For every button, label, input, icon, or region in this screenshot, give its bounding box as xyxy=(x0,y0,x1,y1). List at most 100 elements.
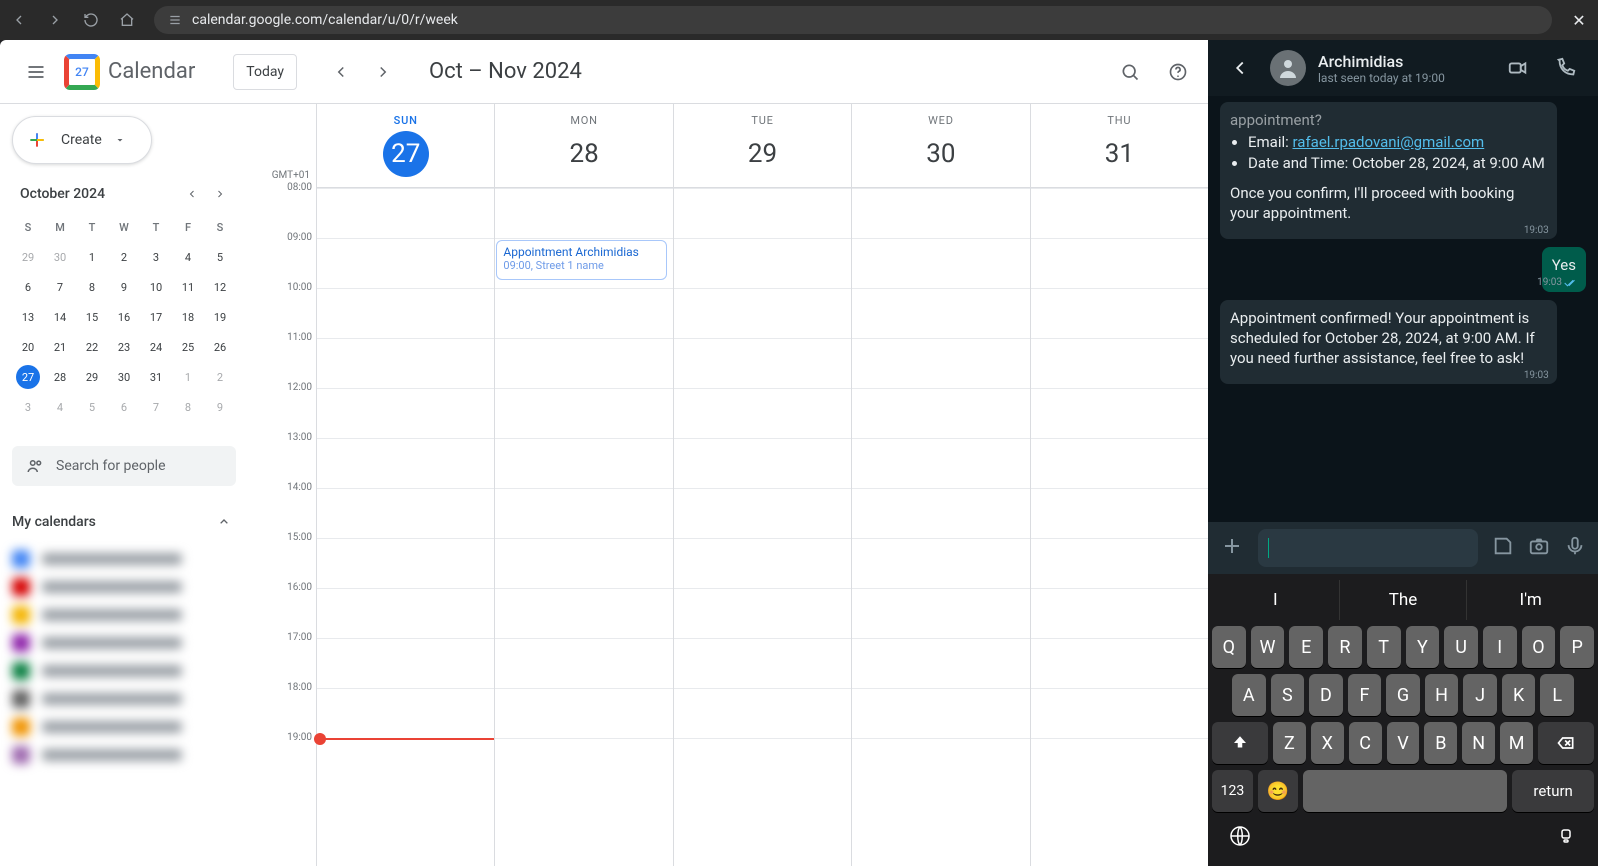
mini-day[interactable]: 9 xyxy=(208,395,232,419)
key-j[interactable]: J xyxy=(1463,674,1497,716)
key-a[interactable]: A xyxy=(1232,674,1266,716)
mini-day[interactable]: 5 xyxy=(80,395,104,419)
main-menu-button[interactable] xyxy=(16,52,56,92)
mini-day[interactable]: 15 xyxy=(80,305,104,329)
mini-day[interactable]: 10 xyxy=(144,275,168,299)
mini-day[interactable]: 19 xyxy=(208,305,232,329)
mini-day[interactable]: 3 xyxy=(144,245,168,269)
key-q[interactable]: Q xyxy=(1212,626,1246,668)
keyboard-suggestion[interactable]: I'm xyxy=(1467,580,1594,620)
numeric-key[interactable]: 123 xyxy=(1212,770,1253,812)
hour-row[interactable] xyxy=(316,588,1208,638)
mini-day[interactable]: 30 xyxy=(112,365,136,389)
today-button[interactable]: Today xyxy=(233,54,297,90)
prev-period-button[interactable] xyxy=(321,52,361,92)
calendar-logo[interactable]: 27 Calendar xyxy=(64,54,195,90)
mini-day[interactable]: 22 xyxy=(80,335,104,359)
space-key[interactable] xyxy=(1303,770,1507,812)
hour-row[interactable] xyxy=(316,688,1208,738)
contact-avatar[interactable] xyxy=(1270,50,1306,86)
key-l[interactable]: L xyxy=(1540,674,1574,716)
mini-day[interactable]: 9 xyxy=(112,275,136,299)
hour-row[interactable] xyxy=(316,238,1208,288)
key-o[interactable]: O xyxy=(1522,626,1556,668)
mini-day[interactable]: 11 xyxy=(176,275,200,299)
home-button[interactable] xyxy=(118,11,136,29)
hour-row[interactable] xyxy=(316,438,1208,488)
calendar-list-item[interactable] xyxy=(12,606,236,624)
chat-messages[interactable]: appointment?Email: rafael.rpadovani@gmai… xyxy=(1208,96,1598,522)
mini-day[interactable]: 6 xyxy=(16,275,40,299)
key-i[interactable]: I xyxy=(1483,626,1517,668)
address-bar[interactable]: calendar.google.com/calendar/u/0/r/week xyxy=(154,6,1552,34)
key-w[interactable]: W xyxy=(1251,626,1285,668)
mini-day[interactable]: 4 xyxy=(176,245,200,269)
mini-day[interactable]: 16 xyxy=(112,305,136,329)
mini-day[interactable]: 23 xyxy=(112,335,136,359)
hour-row[interactable] xyxy=(316,538,1208,588)
next-period-button[interactable] xyxy=(363,52,403,92)
globe-key[interactable] xyxy=(1228,824,1252,852)
key-y[interactable]: Y xyxy=(1406,626,1440,668)
key-u[interactable]: U xyxy=(1444,626,1478,668)
key-r[interactable]: R xyxy=(1328,626,1362,668)
mini-day[interactable]: 1 xyxy=(176,365,200,389)
hour-row[interactable] xyxy=(316,638,1208,688)
search-button[interactable] xyxy=(1110,52,1150,92)
nav-back-button[interactable] xyxy=(10,11,28,29)
mini-day[interactable]: 1 xyxy=(80,245,104,269)
help-button[interactable] xyxy=(1158,52,1198,92)
hour-row[interactable] xyxy=(316,488,1208,538)
mini-day[interactable]: 12 xyxy=(208,275,232,299)
backspace-key[interactable] xyxy=(1538,722,1594,764)
nav-forward-button[interactable] xyxy=(46,11,64,29)
mini-day[interactable]: 14 xyxy=(48,305,72,329)
return-key[interactable]: return xyxy=(1512,770,1594,812)
mini-day[interactable]: 30 xyxy=(48,245,72,269)
key-c[interactable]: C xyxy=(1349,722,1382,764)
mini-day[interactable]: 27 xyxy=(16,365,40,389)
mini-day[interactable]: 7 xyxy=(48,275,72,299)
chat-message-in[interactable]: Appointment confirmed! Your appointment … xyxy=(1220,300,1557,385)
key-t[interactable]: T xyxy=(1367,626,1401,668)
key-h[interactable]: H xyxy=(1425,674,1459,716)
message-input[interactable] xyxy=(1258,529,1478,567)
emoji-key[interactable]: 😊 xyxy=(1258,770,1298,812)
key-v[interactable]: V xyxy=(1387,722,1420,764)
camera-button[interactable] xyxy=(1528,535,1550,561)
mini-day[interactable]: 24 xyxy=(144,335,168,359)
keyboard-suggestion[interactable]: The xyxy=(1340,580,1468,620)
mini-prev-button[interactable] xyxy=(180,182,204,206)
attach-button[interactable] xyxy=(1220,534,1244,562)
day-column-header[interactable]: MON28 xyxy=(494,104,672,187)
calendar-list-item[interactable] xyxy=(12,550,236,568)
calendar-list-item[interactable] xyxy=(12,578,236,596)
calendar-list-item[interactable] xyxy=(12,634,236,652)
mini-day[interactable]: 28 xyxy=(48,365,72,389)
calendar-event[interactable]: Appointment Archimidias09:00, Street 1 n… xyxy=(496,240,666,280)
hour-row[interactable] xyxy=(316,338,1208,388)
key-m[interactable]: M xyxy=(1500,722,1533,764)
voice-call-button[interactable] xyxy=(1548,50,1584,86)
dictation-key[interactable] xyxy=(1554,824,1578,852)
mini-day[interactable]: 6 xyxy=(112,395,136,419)
mini-day[interactable]: 20 xyxy=(16,335,40,359)
search-people-input[interactable]: Search for people xyxy=(12,446,236,486)
mini-day[interactable]: 8 xyxy=(80,275,104,299)
mini-next-button[interactable] xyxy=(208,182,232,206)
mini-day[interactable]: 8 xyxy=(176,395,200,419)
keyboard-suggestion[interactable]: I xyxy=(1212,580,1340,620)
key-d[interactable]: D xyxy=(1309,674,1343,716)
chat-message-out[interactable]: Yes19:03 xyxy=(1542,247,1586,291)
mini-day[interactable]: 17 xyxy=(144,305,168,329)
mic-button[interactable] xyxy=(1564,535,1586,561)
sticker-button[interactable] xyxy=(1492,535,1514,561)
mini-day[interactable]: 13 xyxy=(16,305,40,329)
key-z[interactable]: Z xyxy=(1273,722,1306,764)
calendar-list-item[interactable] xyxy=(12,746,236,764)
mini-day[interactable]: 2 xyxy=(112,245,136,269)
day-column-header[interactable]: SUN27 xyxy=(316,104,494,187)
mini-day[interactable]: 29 xyxy=(80,365,104,389)
day-column-header[interactable]: TUE29 xyxy=(673,104,851,187)
hour-row[interactable] xyxy=(316,738,1208,788)
